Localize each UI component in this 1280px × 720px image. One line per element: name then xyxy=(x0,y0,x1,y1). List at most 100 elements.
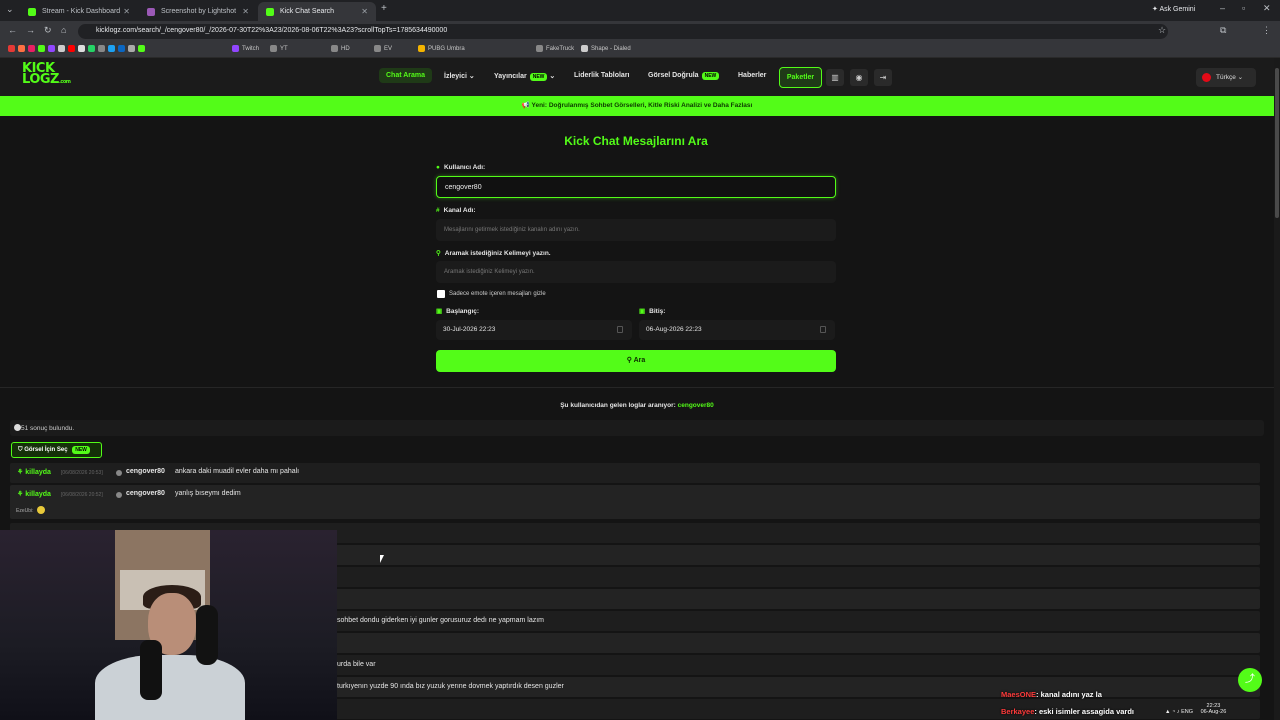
clock[interactable]: 22:23 06-Aug-26 xyxy=(1201,703,1227,715)
nav-haberler[interactable]: Haberler xyxy=(738,72,766,79)
nav-liderlik-tablolari[interactable]: Liderlik Tabloları xyxy=(574,72,630,79)
channel-input[interactable]: Mesajlarını getirmek istediğiniz kanalın… xyxy=(436,219,836,241)
nav-gorsel-dogrula[interactable]: Görsel Doğrula NEW xyxy=(648,72,720,80)
message-text: yanlış bıseymı dedim xyxy=(175,490,241,497)
user-icon: ● xyxy=(436,164,440,171)
tray-icons[interactable]: ▲ ◔ ♪ xyxy=(1165,709,1181,715)
address-bar-row: ← → ↻ ⌂ kicklogz.com/search/_/cengover80… xyxy=(0,21,1280,41)
username-input[interactable]: cengover80 xyxy=(436,176,836,198)
search-button[interactable]: ⚲ Ara xyxy=(436,350,836,372)
login-icon[interactable]: ⇥ xyxy=(874,69,892,86)
extensions-icon[interactable]: ⧉ xyxy=(1220,25,1226,36)
bookmark-shape[interactable]: Shape - Dialed xyxy=(581,45,631,52)
paketler-button[interactable]: Paketler xyxy=(779,67,822,88)
scrollbar-thumb[interactable] xyxy=(1275,68,1279,218)
form-title: Kick Chat Mesajlarını Ara xyxy=(564,134,708,148)
close-tab-icon[interactable]: ✕ xyxy=(123,7,130,16)
result-count-bar: 51 sonuç bulundu. xyxy=(10,420,1264,436)
message-username[interactable]: cengover80 xyxy=(126,490,165,497)
gorsel-icin-sec-button[interactable]: ⛉ Görsel İçin Seç NEW xyxy=(11,442,102,458)
tab-title: Stream - Kick Dashboard xyxy=(42,8,121,15)
user-badge-icon xyxy=(116,492,122,498)
chart-icon[interactable]: ▥ xyxy=(826,69,844,86)
message-text: sohbet dondu giderken iyi gunler gorusur… xyxy=(337,617,545,624)
start-date-input[interactable]: 30-Jul-2026 22:23 xyxy=(436,320,632,340)
bookmark-faketruck[interactable]: FakeTruck xyxy=(536,45,574,52)
message-username[interactable]: cengover80 xyxy=(126,468,165,475)
message-text: turkıyenın yuzde 90 ında bız yuzuk yerın… xyxy=(337,683,564,690)
message-text: ankara daki muadil evler daha mı pahalı xyxy=(175,468,300,475)
calendar-picker-icon[interactable] xyxy=(820,326,826,333)
browser-tab-bar: ⌄ Stream - Kick Dashboard ✕ Screenshot b… xyxy=(0,0,1280,21)
language-select[interactable]: Türkçe ⌄ xyxy=(1196,68,1256,87)
section-divider xyxy=(0,387,1274,388)
close-tab-icon[interactable]: ✕ xyxy=(361,7,368,16)
stream-chat-line: Berkayee: eski isimler assagida vardı xyxy=(1001,707,1135,716)
new-tab-icon[interactable]: + xyxy=(381,3,387,14)
back-icon[interactable]: ← xyxy=(8,25,17,35)
tab-title: Screenshot by Lightshot xyxy=(161,8,237,15)
close-tab-icon[interactable]: ✕ xyxy=(242,7,249,16)
nav-yayincilar[interactable]: Yayıncılar NEW ⌄ xyxy=(494,72,555,81)
channel-name[interactable]: ⚘ killayda xyxy=(17,468,51,476)
share-icon[interactable]: ⤴ xyxy=(1238,668,1262,692)
calendar-icon: ▣ xyxy=(639,308,646,315)
tab-kick-dashboard[interactable]: Stream - Kick Dashboard ✕ xyxy=(20,2,138,21)
discord-icon[interactable]: ◉ xyxy=(850,69,868,86)
keyboard-language: ENG xyxy=(1181,709,1194,715)
turkey-flag-icon xyxy=(1202,73,1211,82)
page-scrollbar[interactable] xyxy=(1274,58,1280,720)
restore-icon[interactable]: ▫ xyxy=(1242,3,1245,13)
bookmark-icons-group[interactable] xyxy=(8,45,145,52)
bookmark-star-icon[interactable]: ☆ xyxy=(1158,25,1166,36)
minimize-icon[interactable]: – xyxy=(1220,3,1225,13)
url-field[interactable]: kicklogz.com/search/_/cengover80/_/2026-… xyxy=(78,24,1168,39)
search-icon: ⚲ xyxy=(626,357,632,364)
site-navbar: KICK LOGZ.com Chat Arama İzleyici ⌄ Yayı… xyxy=(0,58,1274,96)
info-icon xyxy=(14,424,21,431)
reload-icon[interactable]: ↻ xyxy=(44,25,52,36)
message-timestamp: [06/08/2026 20:53] xyxy=(61,470,103,476)
webcam-overlay xyxy=(0,530,337,720)
kick-favicon-icon xyxy=(28,7,36,16)
url-text: kicklogz.com/search/_/cengover80/_/2026-… xyxy=(96,27,448,34)
bookmark-ev[interactable]: EV xyxy=(374,45,392,52)
close-window-icon[interactable]: ✕ xyxy=(1263,3,1271,14)
tab-search-icon[interactable]: ⌄ xyxy=(6,4,14,15)
username-label: ● Kullanıcı Adı: xyxy=(436,164,486,171)
table-row[interactable]: ⚘ killayda [06/08/2026 20:53] cengover80… xyxy=(10,463,1260,483)
end-date-input[interactable]: 06-Aug-2026 22:23 xyxy=(639,320,835,340)
announcement-banner[interactable]: 📢 Yeni: Doğrulanmış Sohbet Görselleri, K… xyxy=(0,96,1274,116)
stream-chat-line: MaesONE: kanal adını yaz la xyxy=(1001,690,1102,699)
channel-label: # Kanal Adı: xyxy=(436,207,476,214)
tab-lightshot[interactable]: Screenshot by Lightshot ✕ xyxy=(139,2,257,21)
megaphone-icon: 📢 xyxy=(521,102,530,109)
keyword-input[interactable]: Aramak istediğiniz Kelimeyi yazın. xyxy=(436,261,836,283)
emote-hide-checkbox[interactable] xyxy=(437,290,445,298)
bookmark-pubg[interactable]: PUBG Umbra xyxy=(418,45,465,52)
tab-kick-chat-search[interactable]: Kick Chat Search ✕ xyxy=(258,2,376,21)
bookmark-twitch[interactable]: Twitch xyxy=(232,45,259,52)
kicklogz-logo[interactable]: KICK LOGZ.com xyxy=(22,62,71,88)
system-tray: ▲ ◔ ♪ ENG 22:23 06-Aug-26 xyxy=(1165,703,1226,715)
bookmark-hd[interactable]: HD xyxy=(331,45,350,52)
ask-gemini-button[interactable]: ✦ Ask Gemini xyxy=(1152,5,1195,13)
home-icon[interactable]: ⌂ xyxy=(61,25,66,35)
tab-title: Kick Chat Search xyxy=(280,8,335,15)
new-badge: NEW xyxy=(72,446,90,454)
calendar-picker-icon[interactable] xyxy=(617,326,623,333)
menu-icon[interactable]: ⋮ xyxy=(1262,25,1271,36)
mouse-cursor-icon xyxy=(380,555,384,563)
nav-chat-arama[interactable]: Chat Arama xyxy=(379,68,433,83)
bookmark-yt[interactable]: YT xyxy=(270,45,288,52)
nav-izleyici[interactable]: İzleyici ⌄ xyxy=(444,72,475,80)
channel-name[interactable]: ⚘ killayda xyxy=(17,490,51,498)
calendar-icon: ▣ xyxy=(436,308,443,315)
shield-icon: ⛉ xyxy=(18,447,23,453)
message-timestamp: [06/08/2026 20:52] xyxy=(61,492,103,498)
kicklogz-favicon-icon xyxy=(266,7,274,16)
search-info: Şu kullanıcıdan gelen loglar aranıyor: c… xyxy=(560,402,714,409)
table-row[interactable]: ⚘ killayda [06/08/2026 20:52] cengover80… xyxy=(10,485,1260,519)
emote-preview: EzeUbi: xyxy=(16,506,45,514)
forward-icon[interactable]: → xyxy=(26,25,35,35)
